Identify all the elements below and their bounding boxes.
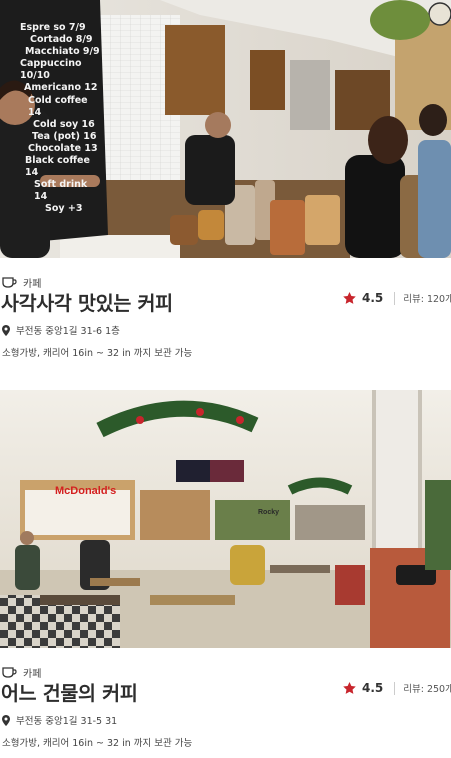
cafe-photo-1[interactable]: Espre so 7/9 Cortado 8/9 Macchiato 9/9 C… — [0, 0, 451, 258]
cafe-photo-2[interactable]: McDonald's Rocky — [0, 390, 451, 648]
store-sign-rocky: Rocky — [258, 509, 280, 516]
review-count[interactable]: 리뷰: 250개 — [403, 681, 451, 695]
listing-info-1: 카페 사각사각 맛있는 커피 4.5 리뷰: 120개 부전동 중앙1길 31-… — [0, 258, 451, 368]
menu-line: Espre so 7/9 — [20, 22, 86, 33]
menu-line: Chocolate 13 — [28, 142, 98, 154]
rating-row: 4.5 리뷰: 120개 — [343, 291, 451, 305]
menu-line: Soft drink 14 — [34, 179, 88, 203]
listing-title[interactable]: 사각사각 맛있는 커피 — [1, 287, 173, 316]
address-row: 부전동 중앙1길 31-5 31 — [2, 713, 117, 727]
storage-note: 소형가방, 캐리어 16in ~ 32 in 까지 보관 가능 — [2, 738, 193, 749]
rating-score: 4.5 — [362, 291, 384, 305]
listing-card-1[interactable]: Espre so 7/9 Cortado 8/9 Macchiato 9/9 C… — [0, 0, 451, 368]
menu-line: Tea (pot) 16 — [32, 130, 97, 142]
address-row: 부전동 중앙1길 31-6 1층 — [2, 323, 120, 337]
menu-board: Espre so 7/9 Cortado 8/9 Macchiato 9/9 C… — [20, 22, 100, 216]
star-icon — [343, 292, 356, 304]
menu-line: Cold coffee 14 — [28, 94, 88, 118]
divider — [394, 291, 396, 305]
divider — [394, 681, 396, 695]
menu-line: Black coffee 14 — [25, 155, 90, 179]
menu-line: Cortado 8/9 — [30, 34, 93, 46]
menu-line: Soy +3 — [45, 203, 83, 215]
location-pin-icon — [2, 324, 10, 336]
menu-line: Americano 12 — [24, 82, 98, 94]
menu-line: Cappuccino 10/10 — [20, 58, 82, 82]
address-text: 부전동 중앙1길 31-5 31 — [16, 716, 118, 727]
menu-line: Macchiato 9/9 — [25, 46, 100, 58]
storage-note: 소형가방, 캐리어 16in ~ 32 in 까지 보관 가능 — [2, 348, 193, 359]
menu-line: Cold soy 16 — [33, 118, 95, 130]
star-icon — [343, 682, 356, 694]
rating-score: 4.5 — [362, 681, 384, 695]
listing-info-2: 카페 어느 건물의 커피 4.5 리뷰: 250개 부전동 중앙1길 31-5 … — [0, 648, 451, 758]
food-court-image — [0, 390, 451, 648]
listing-card-2[interactable]: McDonald's Rocky 카페 어느 건물의 커피 4.5 리뷰: 25… — [0, 390, 451, 758]
rating-row: 4.5 리뷰: 250개 — [343, 681, 451, 695]
review-count[interactable]: 리뷰: 120개 — [403, 291, 451, 305]
address-text: 부전동 중앙1길 31-6 1층 — [16, 326, 120, 337]
listing-title[interactable]: 어느 건물의 커피 — [1, 677, 138, 706]
location-pin-icon — [2, 714, 10, 726]
store-sign-mcdonalds: McDonald's — [55, 485, 117, 497]
